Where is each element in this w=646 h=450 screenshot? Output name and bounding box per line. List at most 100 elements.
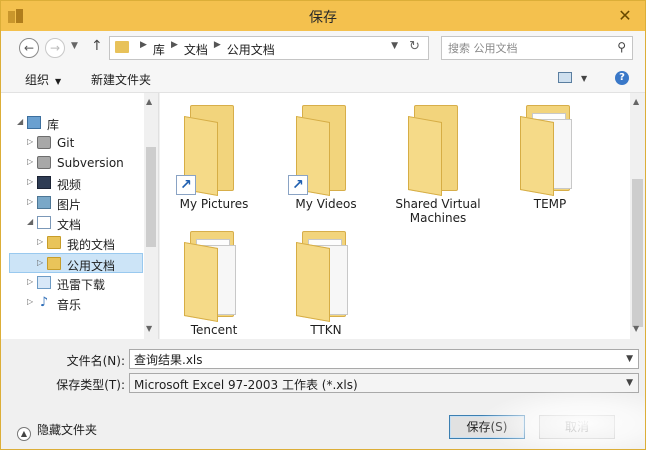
chevron-down-icon[interactable]: ▼ xyxy=(626,378,633,388)
address-chevron-down-icon[interactable]: ▼ xyxy=(391,41,398,51)
chevron-up-icon: ▲ xyxy=(17,427,31,441)
address-row: ← → ▼ ↑ ▶ 库 ▶ 文档 ▶ 公用文档 ▼ ↻ ⚲ xyxy=(1,31,645,65)
dialog-footer: ▲ 隐藏文件夹 保存(S) 取消 xyxy=(1,399,645,449)
tree-item-library[interactable]: ◢ 库 xyxy=(1,113,143,133)
search-icon[interactable]: ⚲ xyxy=(617,40,626,54)
tree-item-documents[interactable]: ◢ 文档 xyxy=(1,213,143,233)
tree-item-xunlei-downloads[interactable]: ▷ 迅雷下载 xyxy=(1,273,143,293)
recent-locations-chevron-down-icon[interactable]: ▼ xyxy=(71,41,78,51)
file-list-scrollbar[interactable]: ▲ ▼ xyxy=(630,93,645,339)
command-bar: 组织 ▼ 新建文件夹 ▼ ? xyxy=(1,65,645,93)
chevron-down-icon: ▼ xyxy=(55,77,62,86)
organize-button[interactable]: 组织 ▼ xyxy=(25,71,61,88)
tree-item-label: 库 xyxy=(47,118,60,132)
window-title: 保存 xyxy=(309,10,337,26)
file-item[interactable]: TEMP xyxy=(496,97,604,217)
expand-arrow-icon[interactable]: ◢ xyxy=(17,117,23,126)
file-name: TTKN xyxy=(310,323,342,337)
title-bar: 保存 ✕ xyxy=(1,1,645,31)
file-item[interactable]: ↗ My Videos xyxy=(272,97,380,217)
file-name: TEMP xyxy=(533,197,567,211)
help-icon[interactable]: ? xyxy=(615,71,629,85)
hide-folders-toggle[interactable]: ▲ 隐藏文件夹 xyxy=(17,421,97,441)
view-options-icon[interactable] xyxy=(558,72,572,83)
folder-icon xyxy=(296,231,356,322)
search-input[interactable] xyxy=(448,40,608,56)
view-chevron-down-icon[interactable]: ▼ xyxy=(581,74,587,83)
folder-icon xyxy=(408,105,468,196)
breadcrumb: ▶ 库 ▶ 文档 ▶ 公用文档 xyxy=(134,40,275,58)
tree-item-my-documents[interactable]: ▷ 我的文档 xyxy=(1,233,143,253)
tree-item-git[interactable]: ▷ Git xyxy=(1,133,143,153)
back-button[interactable]: ← xyxy=(19,38,39,58)
search-box: ⚲ xyxy=(441,36,633,60)
scroll-down-icon[interactable]: ▼ xyxy=(146,324,152,333)
folder-icon xyxy=(184,231,244,322)
filename-combobox[interactable]: ▼ xyxy=(129,349,639,369)
filetype-label: 保存类型(T): xyxy=(56,378,125,392)
file-item[interactable]: Tencent xyxy=(160,223,268,339)
new-folder-button[interactable]: 新建文件夹 xyxy=(91,71,151,88)
breadcrumb-library[interactable]: 库 xyxy=(153,41,165,58)
breadcrumb-separator[interactable]: ▶ xyxy=(208,40,227,57)
filetype-value: Microsoft Excel 97-2003 工作表 (*.xls) xyxy=(134,378,358,392)
forward-button[interactable]: → xyxy=(45,38,65,58)
arrow-up-icon: ↑ xyxy=(91,38,103,54)
up-button[interactable]: ↑ xyxy=(91,38,103,54)
file-item[interactable]: ↗ My Pictures xyxy=(160,97,268,217)
breadcrumb-separator[interactable]: ▶ xyxy=(134,40,153,57)
shortcut-arrow-icon: ↗ xyxy=(176,175,196,195)
expand-arrow-icon[interactable]: ◢ xyxy=(27,217,33,226)
filename-label: 文件名(N): xyxy=(66,354,125,368)
git-icon xyxy=(37,136,51,149)
tree-item-subversion[interactable]: ▷ Subversion xyxy=(1,153,143,173)
scroll-up-icon[interactable]: ▲ xyxy=(633,97,639,106)
nav-scrollbar-thumb[interactable] xyxy=(146,147,156,247)
folder-icon xyxy=(115,41,129,53)
save-button[interactable]: 保存(S) xyxy=(449,415,525,439)
tree-item-public-documents[interactable]: ▷ 公用文档 xyxy=(9,253,143,273)
expand-arrow-icon[interactable]: ▷ xyxy=(27,197,33,206)
expand-arrow-icon[interactable]: ▷ xyxy=(37,258,43,267)
expand-arrow-icon[interactable]: ▷ xyxy=(27,177,33,186)
pictures-icon xyxy=(37,196,51,209)
file-list-scrollbar-thumb[interactable] xyxy=(632,179,643,327)
breadcrumb-separator[interactable]: ▶ xyxy=(165,40,184,57)
save-form: 文件名(N): ▼ 保存类型(T): Microsoft Excel 97-20… xyxy=(1,339,645,399)
file-item[interactable]: TTKN xyxy=(272,223,380,339)
expand-arrow-icon[interactable]: ▷ xyxy=(27,137,33,146)
expand-arrow-icon[interactable]: ▷ xyxy=(27,297,33,306)
address-bar[interactable]: ▶ 库 ▶ 文档 ▶ 公用文档 ▼ ↻ xyxy=(109,36,429,60)
library-icon xyxy=(27,116,41,129)
cancel-button[interactable]: 取消 xyxy=(539,415,615,439)
navigation-pane: ◢ 库 ▷ Git ▷ Subversion ▷ 视频 ▷ 图片 ◢ 文档 ▷ … xyxy=(1,93,159,339)
expand-arrow-icon[interactable]: ▷ xyxy=(37,237,43,246)
breadcrumb-documents[interactable]: 文档 xyxy=(184,41,208,58)
scroll-down-icon[interactable]: ▼ xyxy=(633,324,639,333)
video-icon xyxy=(37,176,51,189)
filetype-select[interactable]: Microsoft Excel 97-2003 工作表 (*.xls) ▼ xyxy=(129,373,639,393)
tree-item-pictures[interactable]: ▷ 图片 xyxy=(1,193,143,213)
tree-item-music[interactable]: ▷ ♪ 音乐 xyxy=(1,293,143,313)
folder-icon xyxy=(47,257,61,270)
tree-item-label: 我的文档 xyxy=(67,238,116,252)
breadcrumb-public-documents[interactable]: 公用文档 xyxy=(227,41,275,58)
refresh-icon[interactable]: ↻ xyxy=(409,39,420,54)
chevron-down-icon[interactable]: ▼ xyxy=(626,354,633,364)
file-item[interactable]: Shared Virtual Machines xyxy=(384,97,492,225)
arrow-right-icon: → xyxy=(49,41,61,55)
nav-scrollbar[interactable]: ▲ ▼ xyxy=(144,93,158,339)
tree-item-videos[interactable]: ▷ 视频 xyxy=(1,173,143,193)
file-name: Shared Virtual Machines xyxy=(395,197,481,225)
expand-arrow-icon[interactable]: ▷ xyxy=(27,277,33,286)
folder-icon xyxy=(47,236,61,249)
close-button[interactable]: ✕ xyxy=(611,5,639,27)
file-name: My Videos xyxy=(295,197,357,211)
expand-arrow-icon[interactable]: ▷ xyxy=(27,157,33,166)
folder-icon xyxy=(520,105,580,196)
scroll-up-icon[interactable]: ▲ xyxy=(146,97,152,106)
filename-input[interactable] xyxy=(134,352,614,367)
file-list: ↗ My Pictures ↗ My Videos Shared Virtual… xyxy=(160,93,630,339)
shortcut-arrow-icon: ↗ xyxy=(288,175,308,195)
tree-item-label: Subversion xyxy=(57,156,124,170)
